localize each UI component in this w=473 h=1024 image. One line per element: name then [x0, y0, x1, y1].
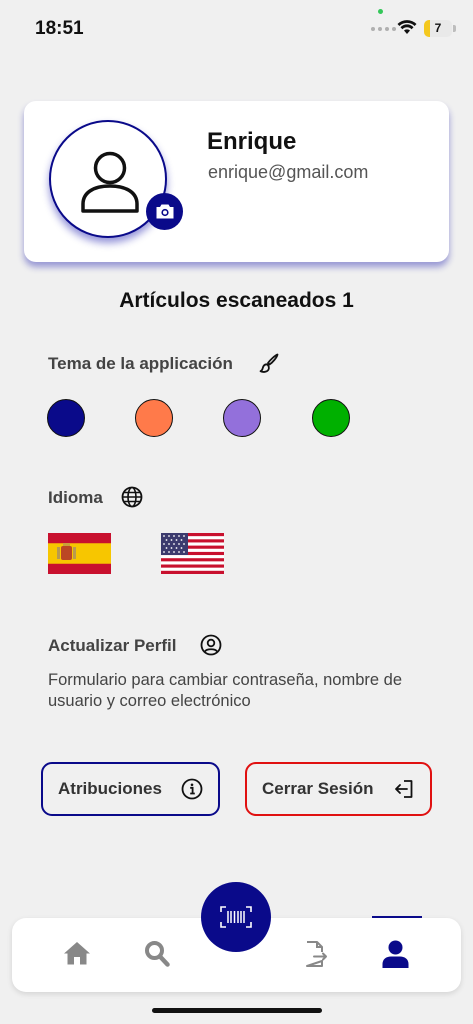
user-icon[interactable] — [382, 940, 409, 968]
theme-color-orange[interactable] — [135, 399, 173, 437]
logout-icon — [395, 780, 413, 798]
theme-color-purple[interactable] — [223, 399, 261, 437]
theme-color-green[interactable] — [312, 399, 350, 437]
user-icon — [81, 151, 139, 213]
active-tab-indicator — [372, 916, 422, 918]
update-profile-description: Formulario para cambiar contraseña, nomb… — [48, 671, 403, 710]
info-icon — [181, 778, 203, 800]
user-name: Enrique — [207, 128, 297, 155]
home-icon[interactable] — [63, 940, 91, 966]
status-bar: 18:51 7 — [0, 0, 473, 58]
change-photo-button[interactable] — [146, 193, 183, 230]
battery-level: 7 — [434, 21, 442, 35]
theme-color-navy[interactable] — [47, 399, 85, 437]
camera-icon — [156, 204, 173, 219]
logout-button[interactable]: Cerrar Sesión — [245, 762, 432, 816]
attributions-label: Atribuciones — [58, 779, 162, 798]
theme-title: Tema de la applicación — [48, 354, 233, 373]
file-export-icon[interactable] — [304, 940, 328, 968]
paintbrush-icon — [259, 353, 279, 373]
language-title: Idioma — [48, 488, 103, 507]
user-email: enrique@gmail.com — [208, 162, 369, 182]
scan-icon — [220, 906, 252, 928]
profile-card: Enrique enrique@gmail.com — [24, 101, 449, 262]
scanned-items-count: Artículos escaneados 1 — [119, 289, 354, 312]
logout-label: Cerrar Sesión — [262, 779, 374, 798]
user-circle-icon[interactable] — [200, 634, 222, 656]
spain-flag[interactable] — [48, 533, 111, 574]
battery-icon: 7 — [424, 20, 452, 37]
privacy-indicator-dot — [378, 9, 383, 14]
scan-button[interactable] — [201, 882, 271, 952]
update-profile-title[interactable]: Actualizar Perfil — [48, 636, 177, 656]
globe-icon — [121, 486, 143, 508]
wifi-icon — [397, 20, 417, 34]
status-time: 18:51 — [35, 18, 84, 39]
usa-flag[interactable] — [161, 533, 224, 574]
home-indicator — [152, 1008, 322, 1013]
signal-icon — [371, 27, 396, 31]
attributions-button[interactable]: Atribuciones — [41, 762, 220, 816]
search-icon[interactable] — [144, 940, 170, 967]
battery-tip — [453, 25, 456, 32]
